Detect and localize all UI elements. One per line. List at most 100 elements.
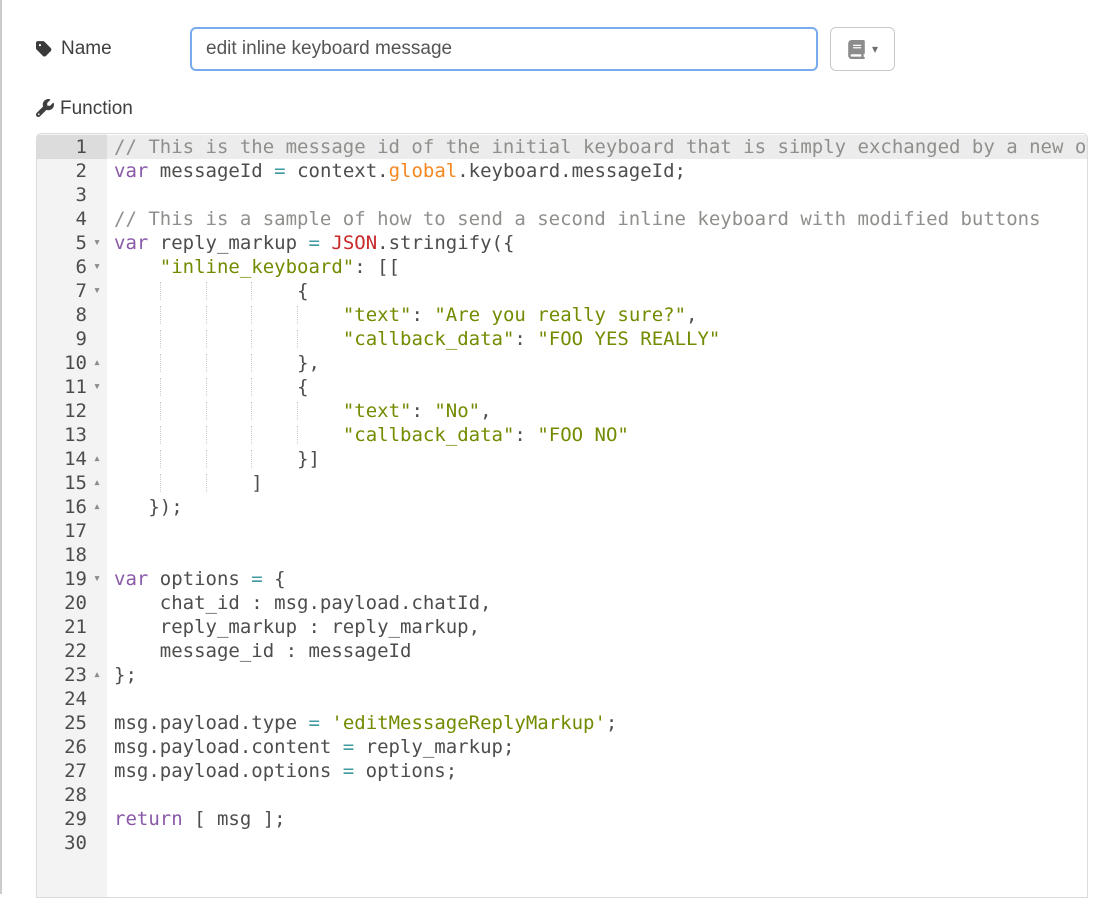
code-line-row[interactable]: 17 <box>37 519 1087 543</box>
code-line[interactable] <box>107 519 1087 543</box>
code-line[interactable]: // This is a sample of how to send a sec… <box>107 207 1087 231</box>
fold-open-icon[interactable]: ▾ <box>87 279 107 303</box>
code-line-row[interactable]: 7▾ { <box>37 279 1087 303</box>
line-number-cell[interactable]: 30 <box>37 831 107 855</box>
code-line[interactable] <box>107 183 1087 207</box>
code-line-row[interactable]: 22 message_id : messageId <box>37 639 1087 663</box>
code-line[interactable]: }, <box>107 351 1087 375</box>
line-number-cell[interactable]: 7▾ <box>37 279 107 303</box>
code-line[interactable] <box>107 543 1087 567</box>
line-number-cell[interactable]: 11▾ <box>37 375 107 399</box>
fold-close-icon[interactable]: ▴ <box>87 351 107 375</box>
line-number-cell[interactable]: 10▴ <box>37 351 107 375</box>
code-line-row[interactable]: 20 chat_id : msg.payload.chatId, <box>37 591 1087 615</box>
line-number-cell[interactable]: 12 <box>37 399 107 423</box>
code-line[interactable]: { <box>107 375 1087 399</box>
line-number-cell[interactable]: 27 <box>37 759 107 783</box>
line-number-cell[interactable]: 18 <box>37 543 107 567</box>
line-number-cell[interactable]: 24 <box>37 687 107 711</box>
line-number-cell[interactable]: 15▴ <box>37 471 107 495</box>
code-line[interactable]: "inline_keyboard": [[ <box>107 255 1087 279</box>
code-line[interactable]: msg.payload.content = reply_markup; <box>107 735 1087 759</box>
line-number-cell[interactable]: 2 <box>37 159 107 183</box>
code-line[interactable] <box>107 831 1087 855</box>
code-line-row[interactable]: 25msg.payload.type = 'editMessageReplyMa… <box>37 711 1087 735</box>
function-code-editor[interactable]: 1// This is the message id of the initia… <box>36 133 1088 898</box>
code-line-row[interactable]: 2var messageId = context.global.keyboard… <box>37 159 1087 183</box>
code-line-row[interactable]: 28 <box>37 783 1087 807</box>
code-line[interactable]: msg.payload.options = options; <box>107 759 1087 783</box>
code-line[interactable]: msg.payload.type = 'editMessageReplyMark… <box>107 711 1087 735</box>
code-line-row[interactable]: 26msg.payload.content = reply_markup; <box>37 735 1087 759</box>
line-number-cell[interactable]: 29 <box>37 807 107 831</box>
code-line[interactable]: "text": "No", <box>107 399 1087 423</box>
fold-open-icon[interactable]: ▾ <box>87 375 107 399</box>
fold-close-icon[interactable]: ▴ <box>87 495 107 519</box>
line-number-cell[interactable]: 22 <box>37 639 107 663</box>
code-line[interactable]: }; <box>107 663 1087 687</box>
code-line-row[interactable]: 11▾ { <box>37 375 1087 399</box>
code-line[interactable]: ] <box>107 471 1087 495</box>
code-line-row[interactable]: 13 "callback_data": "FOO NO" <box>37 423 1087 447</box>
code-line-row[interactable]: 19▾var options = { <box>37 567 1087 591</box>
code-line-row[interactable]: 4// This is a sample of how to send a se… <box>37 207 1087 231</box>
code-line[interactable]: message_id : messageId <box>107 639 1087 663</box>
library-button[interactable]: ▾ <box>830 27 895 71</box>
code-line[interactable]: // This is the message id of the initial… <box>107 135 1087 159</box>
line-number-cell[interactable]: 1 <box>37 135 107 159</box>
code-line-row[interactable]: 5▾var reply_markup = JSON.stringify({ <box>37 231 1087 255</box>
fold-open-icon[interactable]: ▾ <box>87 231 107 255</box>
code-line[interactable]: "callback_data": "FOO YES REALLY" <box>107 327 1087 351</box>
code-line[interactable]: var messageId = context.global.keyboard.… <box>107 159 1087 183</box>
code-line-row[interactable]: 18 <box>37 543 1087 567</box>
code-line[interactable]: reply_markup : reply_markup, <box>107 615 1087 639</box>
code-line-row[interactable]: 9 "callback_data": "FOO YES REALLY" <box>37 327 1087 351</box>
code-line-row[interactable]: 14▴ }] <box>37 447 1087 471</box>
fold-close-icon[interactable]: ▴ <box>87 447 107 471</box>
code-line-row[interactable]: 23▴}; <box>37 663 1087 687</box>
line-number-cell[interactable]: 17 <box>37 519 107 543</box>
line-number-cell[interactable]: 26 <box>37 735 107 759</box>
line-number-cell[interactable]: 4 <box>37 207 107 231</box>
code-line[interactable]: var options = { <box>107 567 1087 591</box>
line-number-cell[interactable]: 20 <box>37 591 107 615</box>
line-number-cell[interactable]: 23▴ <box>37 663 107 687</box>
code-line-row[interactable]: 27msg.payload.options = options; <box>37 759 1087 783</box>
code-line-row[interactable]: 24 <box>37 687 1087 711</box>
code-line[interactable] <box>107 687 1087 711</box>
code-line-row[interactable]: 6▾ "inline_keyboard": [[ <box>37 255 1087 279</box>
code-line-row[interactable]: 16▴ }); <box>37 495 1087 519</box>
line-number-cell[interactable]: 19▾ <box>37 567 107 591</box>
line-number-cell[interactable]: 5▾ <box>37 231 107 255</box>
code-line[interactable]: }] <box>107 447 1087 471</box>
code-line-row[interactable]: 29return [ msg ]; <box>37 807 1087 831</box>
line-number-cell[interactable]: 16▴ <box>37 495 107 519</box>
code-line[interactable]: { <box>107 279 1087 303</box>
code-line[interactable]: var reply_markup = JSON.stringify({ <box>107 231 1087 255</box>
code-line-row[interactable]: 8 "text": "Are you really sure?", <box>37 303 1087 327</box>
code-line[interactable] <box>107 783 1087 807</box>
code-line-row[interactable]: 1// This is the message id of the initia… <box>37 135 1087 159</box>
line-number-cell[interactable]: 3 <box>37 183 107 207</box>
line-number-cell[interactable]: 6▾ <box>37 255 107 279</box>
line-number-cell[interactable]: 13 <box>37 423 107 447</box>
fold-open-icon[interactable]: ▾ <box>87 255 107 279</box>
fold-close-icon[interactable]: ▴ <box>87 471 107 495</box>
editor-lines[interactable]: 1// This is the message id of the initia… <box>37 135 1087 855</box>
code-line-row[interactable]: 12 "text": "No", <box>37 399 1087 423</box>
code-line[interactable]: "text": "Are you really sure?", <box>107 303 1087 327</box>
code-line-row[interactable]: 21 reply_markup : reply_markup, <box>37 615 1087 639</box>
code-line-row[interactable]: 15▴ ] <box>37 471 1087 495</box>
line-number-cell[interactable]: 21 <box>37 615 107 639</box>
code-line[interactable]: "callback_data": "FOO NO" <box>107 423 1087 447</box>
code-line[interactable]: }); <box>107 495 1087 519</box>
name-input[interactable] <box>190 27 818 71</box>
line-number-cell[interactable]: 14▴ <box>37 447 107 471</box>
line-number-cell[interactable]: 8 <box>37 303 107 327</box>
line-number-cell[interactable]: 9 <box>37 327 107 351</box>
code-line-row[interactable]: 30 <box>37 831 1087 855</box>
line-number-cell[interactable]: 25 <box>37 711 107 735</box>
fold-close-icon[interactable]: ▴ <box>87 663 107 687</box>
fold-open-icon[interactable]: ▾ <box>87 567 107 591</box>
code-line-row[interactable]: 10▴ }, <box>37 351 1087 375</box>
